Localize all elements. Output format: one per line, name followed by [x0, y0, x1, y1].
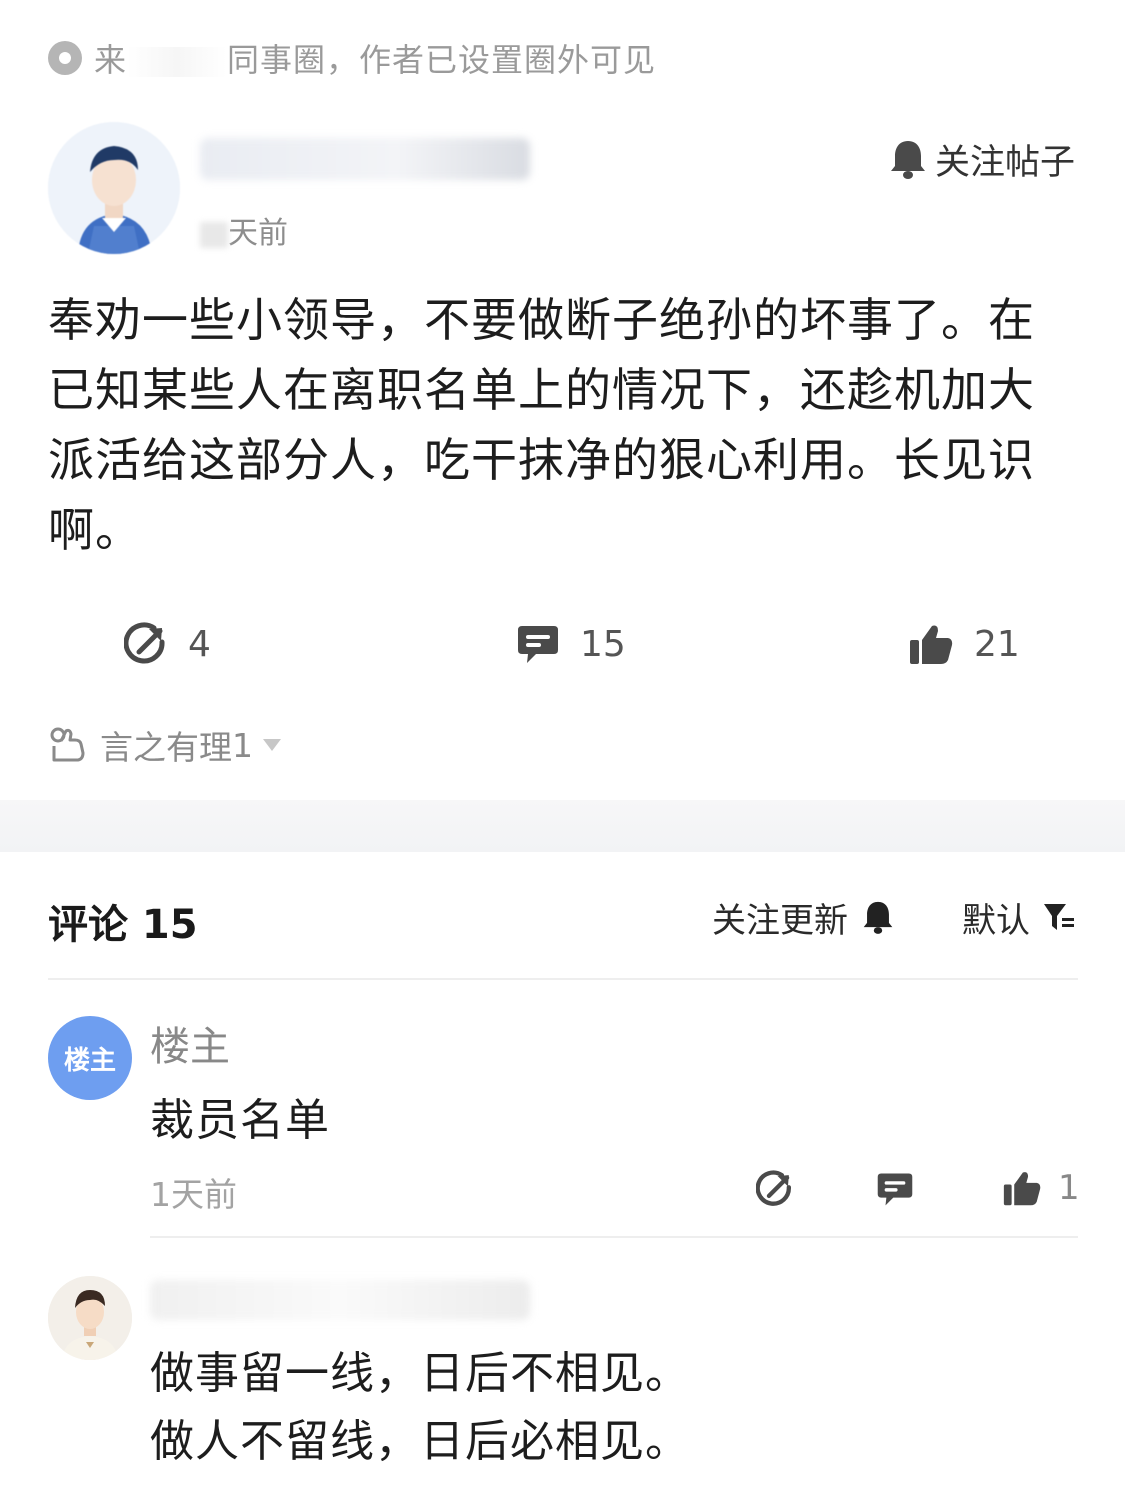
share-count: 4: [188, 623, 211, 665]
comment-button[interactable]: 15: [516, 612, 626, 676]
bell-icon: [890, 141, 925, 179]
reaction-tag[interactable]: 言之有理 1: [48, 722, 281, 768]
source-text: 来 同事圈，作者已设置圈外可见: [94, 35, 656, 81]
reaction-label: 言之有理: [100, 728, 232, 767]
section-separator: [0, 800, 1125, 852]
post-detail-page: 来 同事圈，作者已设置圈外可见 天前 关注帖子 奉劝一些小领导，不要做断子绝孙的坏…: [0, 0, 1125, 1502]
comment-time: 1天前: [150, 1175, 237, 1214]
source-prefix: 来: [94, 41, 128, 79]
avatar-person-icon: [48, 122, 180, 254]
post-line: 啊。: [48, 503, 142, 557]
like-count: 21: [974, 623, 1020, 665]
reaction-count: 1: [232, 725, 253, 765]
comment-line: 做人不留线，日后必相见。: [150, 1416, 690, 1467]
avatar-person-icon: [48, 1276, 132, 1360]
comment-count: 15: [580, 623, 626, 665]
thumbs-up-icon: [1003, 1172, 1041, 1206]
sort-label: 默认: [962, 900, 1030, 941]
comment-reply-button[interactable]: [876, 1170, 914, 1212]
comment-text: 裁员名单: [150, 1095, 330, 1146]
post-time: 天前: [200, 208, 288, 252]
comment-share-button[interactable]: [755, 1170, 794, 1212]
comment-bubble-icon: [877, 1173, 913, 1206]
follow-updates-button[interactable]: 关注更新: [712, 894, 894, 941]
divider: [48, 978, 1078, 980]
bell-icon: [863, 901, 893, 934]
circle-dot-icon: [48, 41, 82, 75]
comment-like-button[interactable]: 1: [1002, 1168, 1080, 1208]
author-name-redacted[interactable]: [200, 138, 530, 180]
chevron-down-icon: [263, 739, 281, 751]
redacted-days: [200, 221, 228, 248]
source-suffix: 同事圈，作者已设置圈外可见: [227, 41, 657, 79]
redacted-circle-name: [127, 47, 228, 77]
follow-post-label: 关注帖子: [934, 142, 1075, 183]
comments-title: 评论 15: [48, 902, 198, 948]
author-avatar[interactable]: [48, 122, 180, 254]
comment-like-count: 1: [1058, 1168, 1080, 1208]
share-arrow-icon: [124, 622, 165, 664]
follow-post-button[interactable]: 关注帖子: [889, 136, 1075, 183]
post-line: 奉劝一些小领导，不要做断子绝孙的坏事了。在: [48, 293, 1035, 347]
op-avatar-badge[interactable]: 楼主: [48, 1016, 132, 1100]
reaction-emoji-icon: [50, 727, 85, 762]
comment-author-name-redacted[interactable]: [150, 1280, 530, 1320]
post-line: 已知某些人在离职名单上的情况下，还趁机加大: [48, 363, 1035, 417]
commenter-avatar[interactable]: [48, 1276, 132, 1360]
thumbs-up-icon: [910, 625, 953, 664]
divider: [150, 1236, 1078, 1238]
comment-bubble-icon: [518, 626, 558, 663]
comment-line: 做事留一线，日后不相见。: [150, 1348, 690, 1399]
post-action-bar: 4 15 21: [0, 612, 1125, 676]
source-line[interactable]: 来 同事圈，作者已设置圈外可见: [48, 36, 656, 80]
share-button[interactable]: 4: [124, 612, 211, 676]
sort-button[interactable]: 默认: [962, 894, 1076, 941]
post-line: 派活给这部分人，吃干抹净的狠心利用。长见识: [48, 433, 1035, 487]
comment-text: 做事留一线，日后不相见。 做人不留线，日后必相见。: [150, 1340, 690, 1476]
post-body: 奉劝一些小领导，不要做断子绝孙的坏事了。在 已知某些人在离职名单上的情况下，还趁…: [48, 285, 1078, 565]
follow-updates-label: 关注更新: [712, 900, 848, 941]
comment-author-name[interactable]: 楼主: [150, 1014, 230, 1072]
like-button[interactable]: 21: [908, 612, 1020, 676]
filter-icon: [1044, 904, 1074, 930]
share-arrow-icon: [755, 1170, 791, 1206]
